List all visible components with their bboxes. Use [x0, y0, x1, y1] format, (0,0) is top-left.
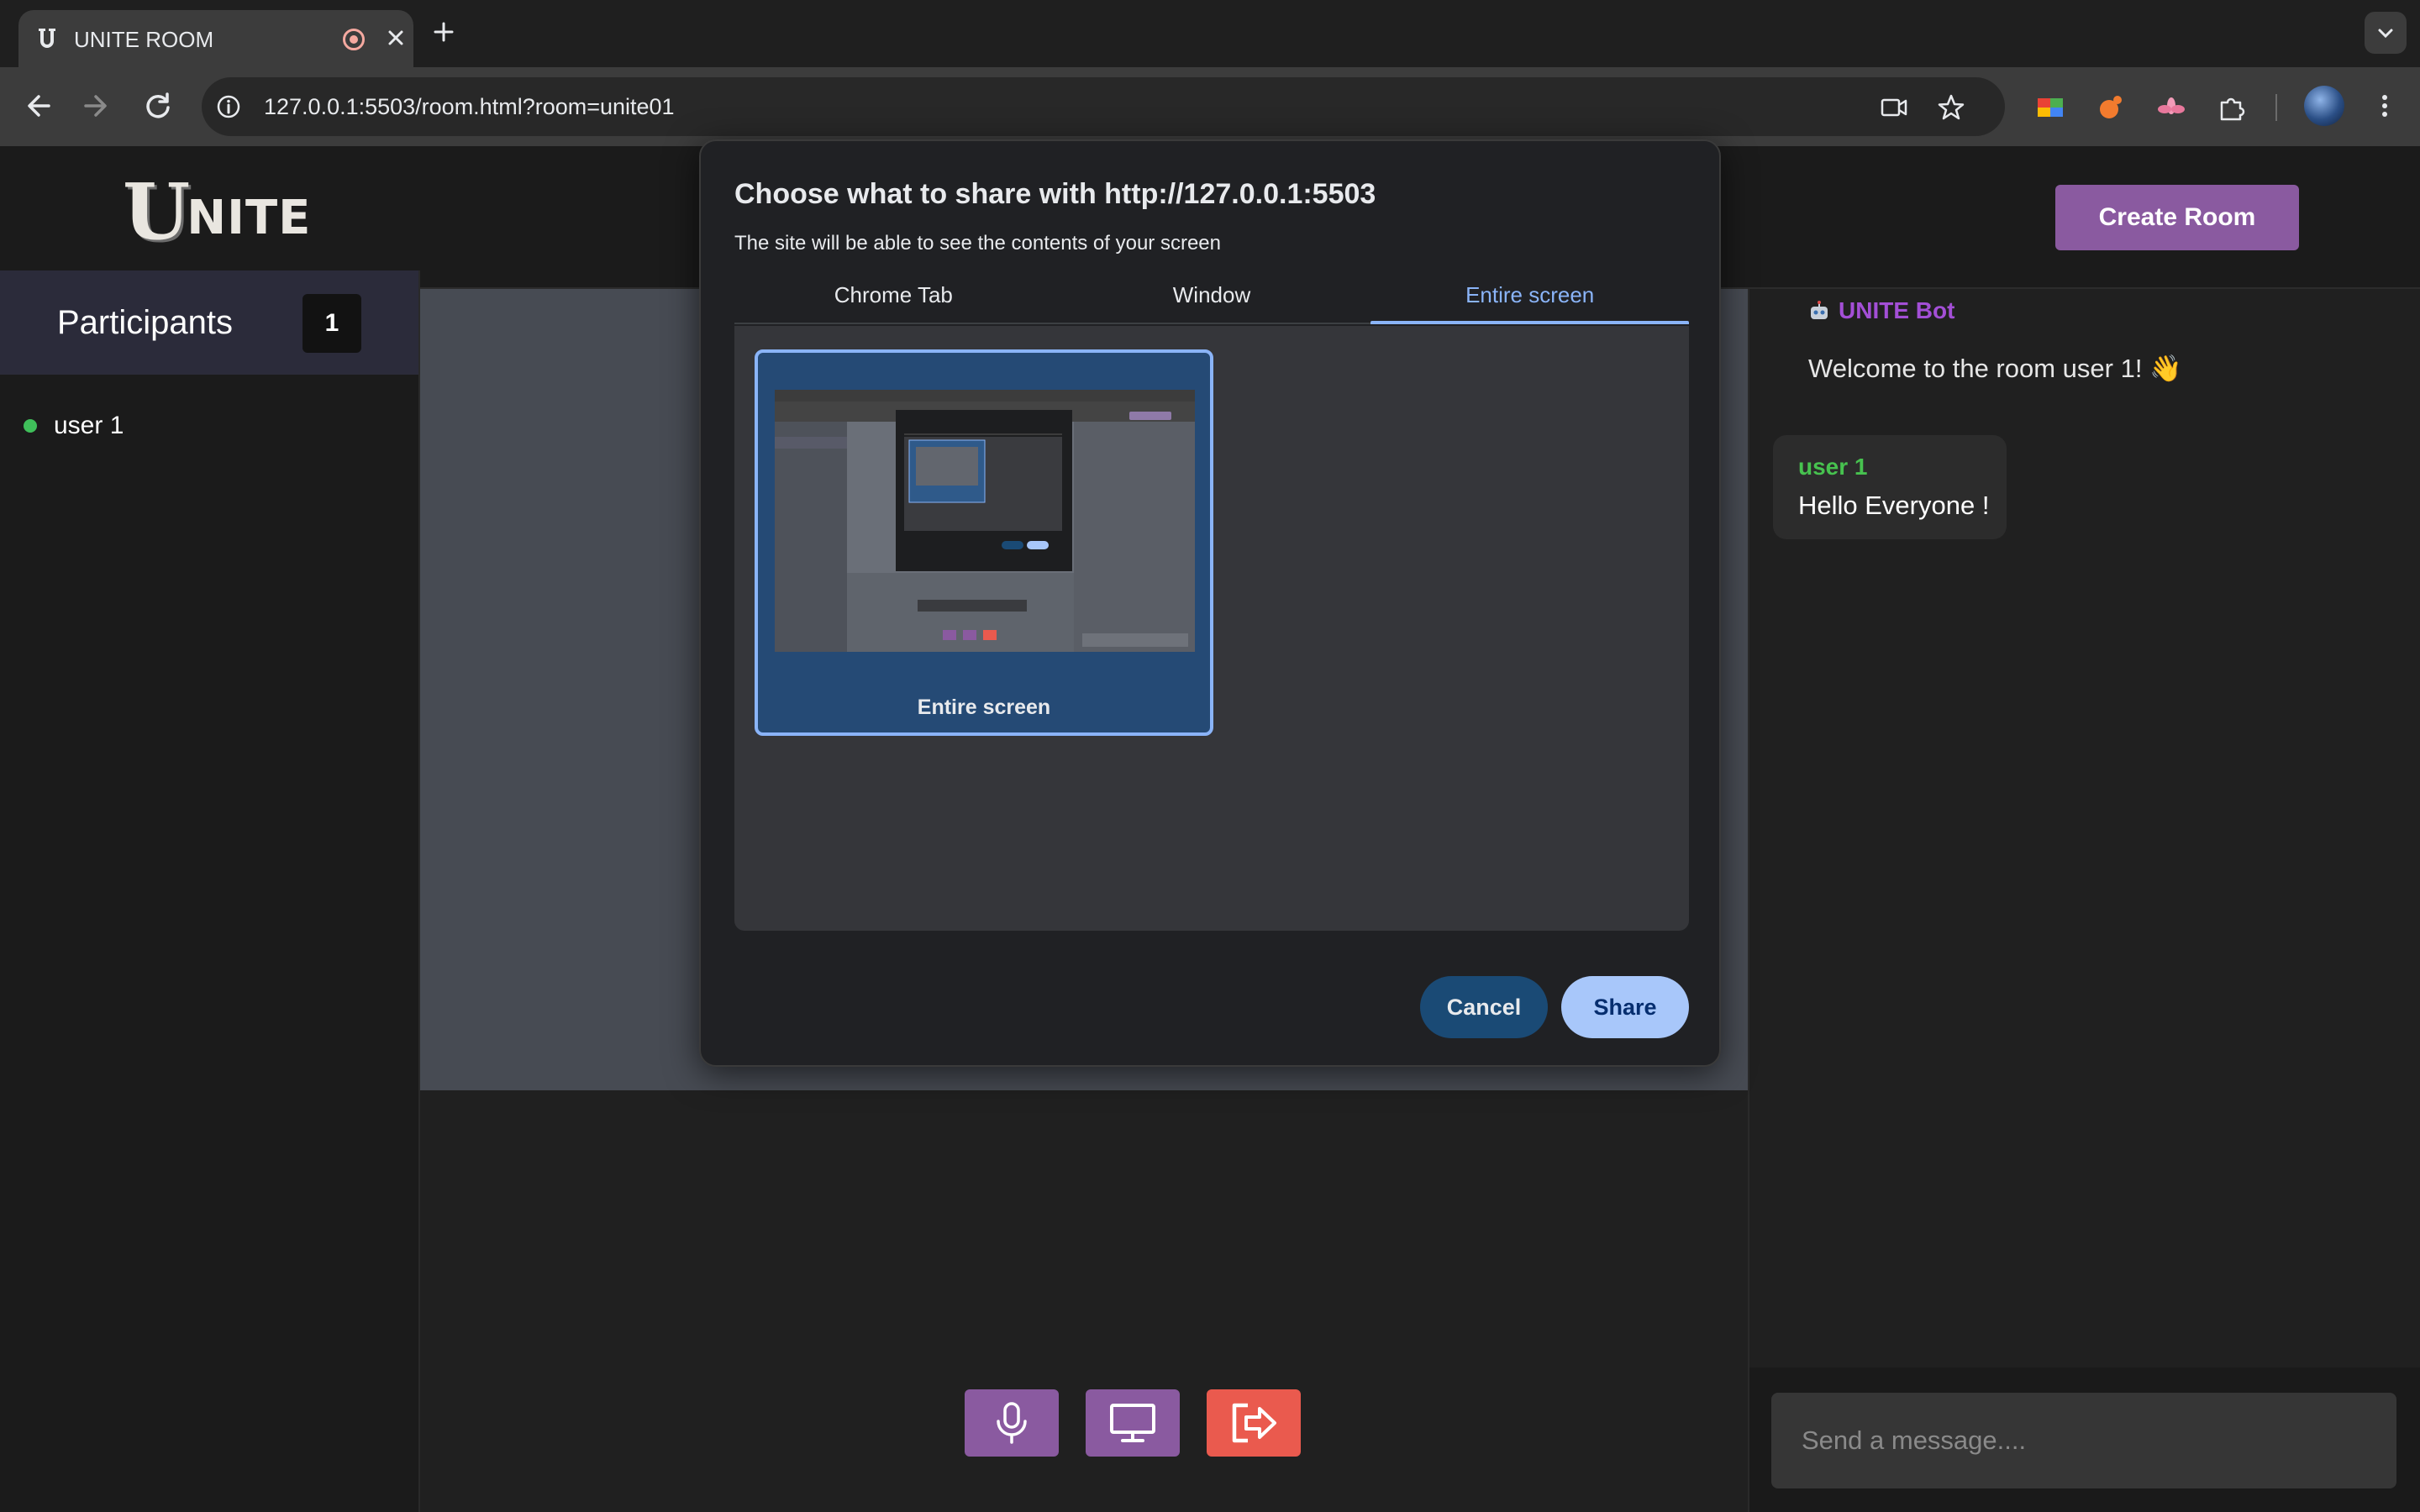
chat-input-bar — [1749, 1368, 2420, 1512]
more-menu-icon[interactable] — [2370, 91, 2400, 121]
chevron-down-icon — [2378, 29, 2393, 39]
share-source-panel: Entire screen — [734, 326, 1689, 931]
leave-icon — [1232, 1403, 1276, 1443]
share-button[interactable]: Share — [1561, 976, 1689, 1038]
share-source-tabs: Chrome Tab Window Entire screen — [734, 276, 1689, 324]
extensions-puzzle-icon[interactable] — [2217, 92, 2247, 123]
browser-tab[interactable]: UNITE ROOM — [18, 10, 413, 67]
screen-share-button[interactable] — [1086, 1389, 1180, 1457]
participant-item: user 1 — [24, 412, 124, 440]
tab-window[interactable]: Window — [1053, 276, 1371, 323]
toolbar-divider — [2275, 94, 2277, 121]
message-text: Hello Everyone ! — [1798, 491, 1990, 520]
browser-toolbar: 127.0.0.1:5503/room.html?room=unite01 — [0, 67, 2420, 146]
bookmark-star-icon[interactable] — [1936, 92, 1966, 123]
camera-indicator-icon[interactable] — [1879, 92, 1909, 123]
forward-icon[interactable] — [76, 86, 116, 126]
bot-message: Welcome to the room user 1! 👋 — [1808, 354, 2182, 383]
address-bar[interactable]: 127.0.0.1:5503/room.html?room=unite01 — [202, 77, 2005, 136]
chat-panel: UNITE Bot Welcome to the room user 1! 👋 … — [1748, 289, 2420, 1512]
call-controls — [965, 1389, 1301, 1457]
chat-message: user 1 Hello Everyone ! — [1773, 435, 2007, 539]
chat-message-input[interactable] — [1771, 1393, 2396, 1488]
cancel-button[interactable]: Cancel — [1420, 976, 1548, 1038]
participants-title: Participants — [57, 304, 233, 341]
participants-panel: Participants 1 user 1 — [0, 270, 420, 1512]
participant-name: user 1 — [54, 412, 124, 439]
profile-avatar[interactable] — [2304, 86, 2344, 126]
lotus-extension-icon[interactable] — [2156, 92, 2186, 123]
message-author: user 1 — [1798, 454, 1868, 480]
leave-room-button[interactable] — [1207, 1389, 1301, 1457]
participants-count-badge: 1 — [302, 294, 361, 353]
screen-share-dialog: Choose what to share with http://127.0.0… — [699, 139, 1721, 1067]
url-text: 127.0.0.1:5503/room.html?room=unite01 — [264, 94, 675, 119]
logo-text: NITE — [187, 191, 312, 245]
participants-header: Participants 1 — [0, 270, 418, 375]
back-icon[interactable] — [18, 86, 59, 126]
unite-favicon-icon — [39, 29, 55, 48]
online-status-dot — [24, 419, 37, 433]
site-info-icon[interactable] — [215, 93, 242, 120]
bot-header: UNITE Bot — [1808, 297, 1954, 324]
screen-preview-image — [775, 390, 1195, 652]
source-label: Entire screen — [917, 696, 1051, 719]
close-tab-icon[interactable] — [383, 25, 408, 50]
recording-icon — [343, 29, 365, 50]
screen-thumbnail — [775, 390, 1195, 652]
logo-initial: U — [123, 166, 191, 257]
color-extension-icon[interactable] — [2035, 92, 2065, 123]
microphone-button[interactable] — [965, 1389, 1059, 1457]
new-tab-icon[interactable] — [430, 18, 457, 45]
tab-title: UNITE ROOM — [74, 27, 214, 52]
entire-screen-option[interactable]: Entire screen — [755, 349, 1213, 736]
tab-search-button[interactable] — [2365, 12, 2407, 54]
create-room-button[interactable]: Create Room — [2055, 185, 2299, 250]
tab-entire-screen[interactable]: Entire screen — [1370, 276, 1689, 324]
reload-icon[interactable] — [138, 86, 178, 126]
screen-share-icon — [1110, 1404, 1155, 1442]
unite-logo[interactable]: U NITE — [123, 166, 312, 257]
dialog-title: Choose what to share with http://127.0.0… — [734, 178, 1376, 210]
bot-name: UNITE Bot — [1839, 297, 1955, 323]
microphone-icon — [997, 1402, 1027, 1444]
robot-icon — [1811, 301, 1828, 319]
tab-chrome-tab[interactable]: Chrome Tab — [734, 276, 1053, 323]
browser-tab-strip: UNITE ROOM — [0, 0, 2420, 67]
dialog-subtitle: The site will be able to see the content… — [734, 232, 1221, 255]
fire-extension-icon[interactable] — [2096, 92, 2126, 123]
